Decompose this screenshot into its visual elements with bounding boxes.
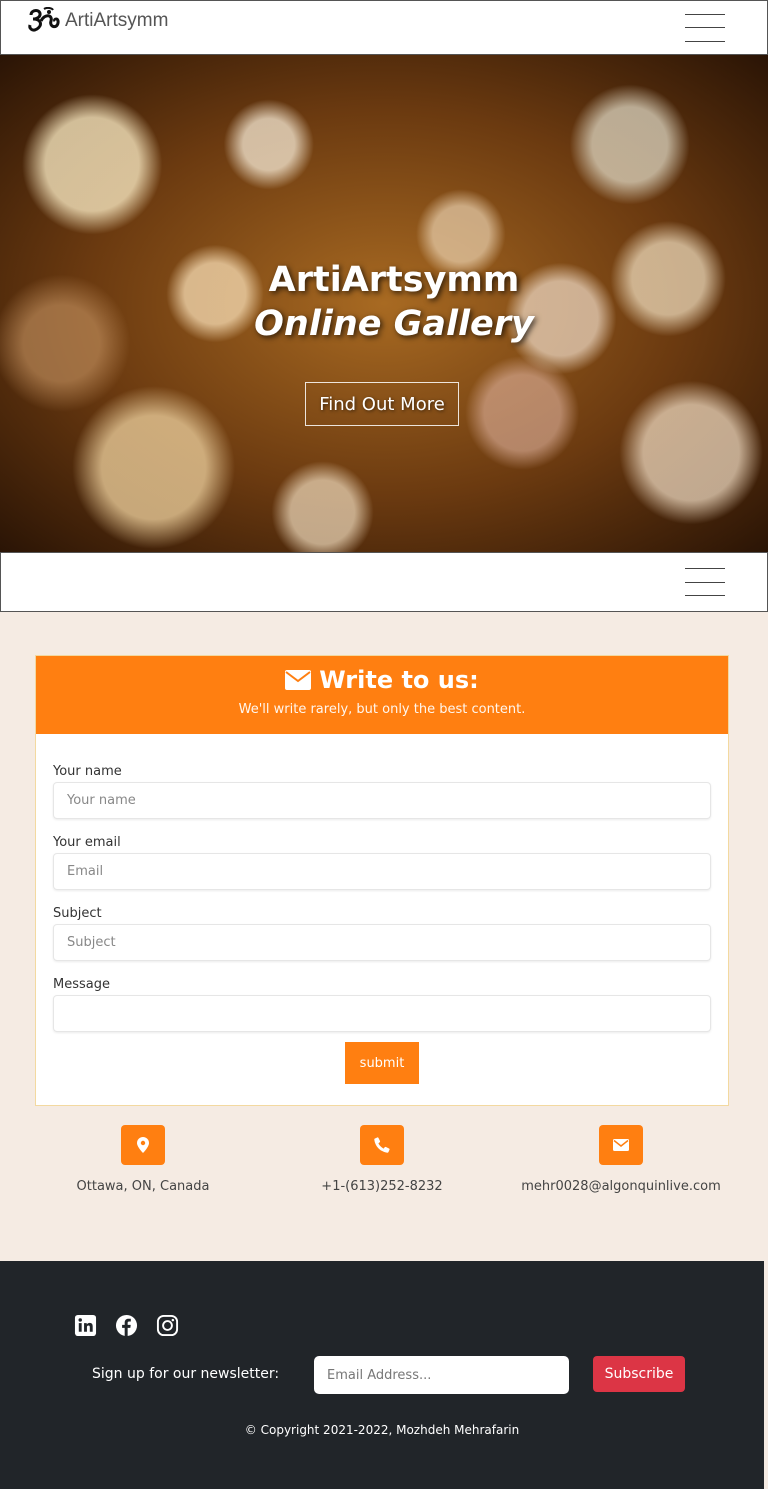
contact-form: Your name Your email Subject Message sub… (36, 734, 728, 1084)
address-text: Ottawa, ON, Canada (76, 1179, 210, 1194)
email-field[interactable] (53, 853, 711, 890)
hero-banner: ArtiArtsymm Online Gallery Find Out More (0, 55, 768, 552)
message-field[interactable] (53, 995, 711, 1032)
name-label: Your name (53, 764, 122, 779)
message-label: Message (53, 977, 110, 992)
find-out-more-button[interactable]: Find Out More (305, 382, 459, 426)
secondary-navbar (0, 552, 768, 612)
map-marker-icon (121, 1125, 165, 1165)
contact-form-title-text: Write to us: (319, 666, 479, 694)
hero-content: ArtiArtsymm Online Gallery (0, 260, 768, 344)
om-symbol-logo-icon (28, 6, 60, 32)
brand-name: ArtiArtsymm (65, 9, 169, 31)
hamburger-icon[interactable] (685, 13, 725, 42)
newsletter-email-input[interactable] (314, 1356, 569, 1394)
hero-subtitle: Online Gallery (254, 304, 534, 344)
contact-form-title: Write to us: (285, 666, 479, 694)
linkedin-icon[interactable] (74, 1314, 97, 1337)
subject-label: Subject (53, 906, 102, 921)
social-links (74, 1314, 179, 1337)
phone-icon (360, 1125, 404, 1165)
contact-form-card: Write to us: We'll write rarely, but onl… (35, 655, 729, 1106)
contact-info-phone: +1-(613)252-8232 (257, 1125, 507, 1194)
contact-info-address: Ottawa, ON, Canada (18, 1125, 268, 1194)
name-field[interactable] (53, 782, 711, 819)
hamburger-icon[interactable] (685, 568, 725, 596)
top-navbar: ArtiArtsymm (0, 0, 768, 55)
copyright-text: © Copyright 2021-2022, Mozhdeh Mehrafari… (244, 1423, 520, 1437)
contact-form-header: Write to us: We'll write rarely, but onl… (36, 656, 728, 734)
email-label: Your email (53, 835, 121, 850)
contact-form-subtitle: We'll write rarely, but only the best co… (238, 702, 526, 717)
subscribe-button[interactable]: Subscribe (593, 1356, 685, 1392)
instagram-icon[interactable] (156, 1314, 179, 1337)
envelope-icon (285, 670, 312, 690)
envelope-icon (599, 1125, 643, 1165)
facebook-icon[interactable] (115, 1314, 138, 1337)
contact-info-email: mehr0028@algonquinlive.com (496, 1125, 746, 1194)
footer: Sign up for our newsletter: Subscribe © … (0, 1261, 764, 1489)
hero-title: ArtiArtsymm (268, 260, 520, 300)
brand-link[interactable]: ArtiArtsymm (27, 6, 169, 35)
subject-field[interactable] (53, 924, 711, 961)
phone-text: +1-(613)252-8232 (321, 1179, 443, 1194)
newsletter-label: Sign up for our newsletter: (92, 1366, 280, 1382)
email-text: mehr0028@algonquinlive.com (521, 1179, 721, 1194)
submit-button[interactable]: submit (345, 1042, 419, 1084)
